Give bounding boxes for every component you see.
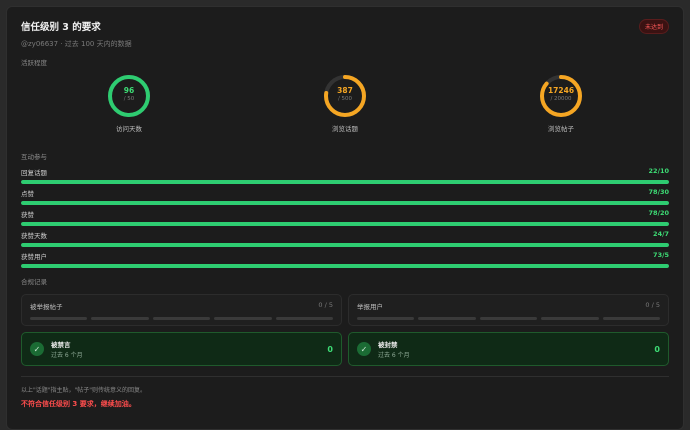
segment [602,317,661,320]
reported-users-segments [357,317,661,320]
silenced-box: ✓ 被禁言 过去 6 个月 0 [21,332,342,366]
bar-fill [21,180,669,184]
reported-users-box: 举报用户 0 / 5 [348,294,669,326]
ring-label: 访问天数 [116,125,142,133]
bar-liked-users: 获赞用户 73/5 [21,251,669,268]
trust-level-card: 信任级别 3 的要求 未达到 @zy06637 · 过去 100 天内的数据 活… [6,6,684,430]
segment [357,317,415,320]
ring-total: / 500 [337,96,353,102]
activity-section-label: 活跃程度 [21,59,47,67]
suspended-period: 过去 6 个月 [378,352,410,359]
bar-fill [21,201,669,205]
silenced-text: 被禁言 过去 6 个月 [51,339,83,359]
page-title: 信任级别 3 的要求 [21,22,101,33]
check-icon: ✓ [30,342,44,356]
ring-topics-viewed: 387 / 500 浏览话题 [290,73,400,143]
check-icon: ✓ [357,342,371,356]
segment [152,317,211,320]
reported-users-label: 举报用户 [357,303,383,311]
bar-liked-days: 获赞天数 24/7 [21,230,669,247]
bar-track [21,201,669,205]
bar-value: 24/7 [653,230,669,238]
suspended-box: ✓ 被封禁 过去 6 个月 0 [348,332,669,366]
ring-total: / 20000 [550,96,572,102]
suspended-count: 0 [654,345,660,354]
segment [541,317,599,320]
bar-likes-given: 点赞 78/30 [21,188,669,205]
silenced-period: 过去 6 个月 [51,352,83,359]
card-header: 信任级别 3 的要求 未达到 [21,19,669,39]
bar-replies: 回复话题 22/10 [21,167,669,184]
activity-rings: 96 / 50 访问天数 387 / 500 浏览话题 17246 / 2000… [21,73,669,143]
ring-label: 浏览帖子 [548,125,574,133]
bar-fill [21,222,669,226]
segment [418,317,476,320]
bar-value: 22/10 [648,167,669,175]
bar-label: 点赞 [21,190,34,198]
reported-posts-segments [30,317,334,320]
ring-center: 387 / 500 [290,86,400,102]
silenced-count: 0 [327,345,333,354]
bar-track [21,243,669,247]
bar-likes-received: 获赞 78/20 [21,209,669,226]
ring-posts-viewed: 17246 / 20000 浏览帖子 [506,73,616,143]
user-subtitle: @zy06637 · 过去 100 天内的数据 [21,40,132,48]
bar-fill [21,264,669,268]
bar-label: 获赞用户 [21,253,47,261]
bar-track [21,264,669,268]
bar-value: 78/20 [648,209,669,217]
reported-posts-box: 被举报帖子 0 / 5 [21,294,342,326]
segment [479,317,538,320]
ring-value: 387 [337,86,353,95]
bar-track [21,180,669,184]
divider [21,376,669,377]
reported-posts-count: 0 / 5 [318,301,333,309]
suspended-label: 被封禁 [378,341,398,349]
bar-label: 回复话题 [21,169,47,177]
bar-fill [21,243,669,247]
ring-label: 浏览话题 [332,125,358,133]
segment [30,317,88,320]
bar-value: 73/5 [653,251,669,259]
fail-message: 不符合信任级别 3 要求，继续加油。 [21,400,136,408]
bar-value: 78/30 [648,188,669,196]
ring-total: / 50 [123,96,135,102]
reported-posts-label: 被举报帖子 [30,303,63,311]
silenced-label: 被禁言 [51,341,71,349]
ring-center: 96 / 50 [74,86,184,102]
bar-label: 获赞 [21,211,34,219]
ring-value: 96 [123,86,135,95]
segment [275,317,334,320]
interaction-bars: 回复话题 22/10 点赞 78/30 获赞 78/20 获赞天数 24/7 获赞用户 7… [21,167,669,268]
ring-value: 17246 [547,86,575,95]
footnote: 以上"话题"指主贴，"帖子"则传统意义的回复。 [21,387,147,394]
segment [214,317,272,320]
ring-center: 17246 / 20000 [506,86,616,102]
segment [91,317,149,320]
reported-users-count: 0 / 5 [645,301,660,309]
compliance-grid: 被举报帖子 0 / 5 举报用户 0 / 5 ✓ 被禁言 过去 6 个月 0 ✓ 被… [21,294,669,366]
compliance-section-label: 合规记录 [21,278,47,286]
bar-track [21,222,669,226]
interaction-section-label: 互动参与 [21,153,47,161]
status-badge: 未达到 [638,19,669,34]
bar-label: 获赞天数 [21,232,47,240]
suspended-text: 被封禁 过去 6 个月 [378,339,410,359]
ring-visit-days: 96 / 50 访问天数 [74,73,184,143]
